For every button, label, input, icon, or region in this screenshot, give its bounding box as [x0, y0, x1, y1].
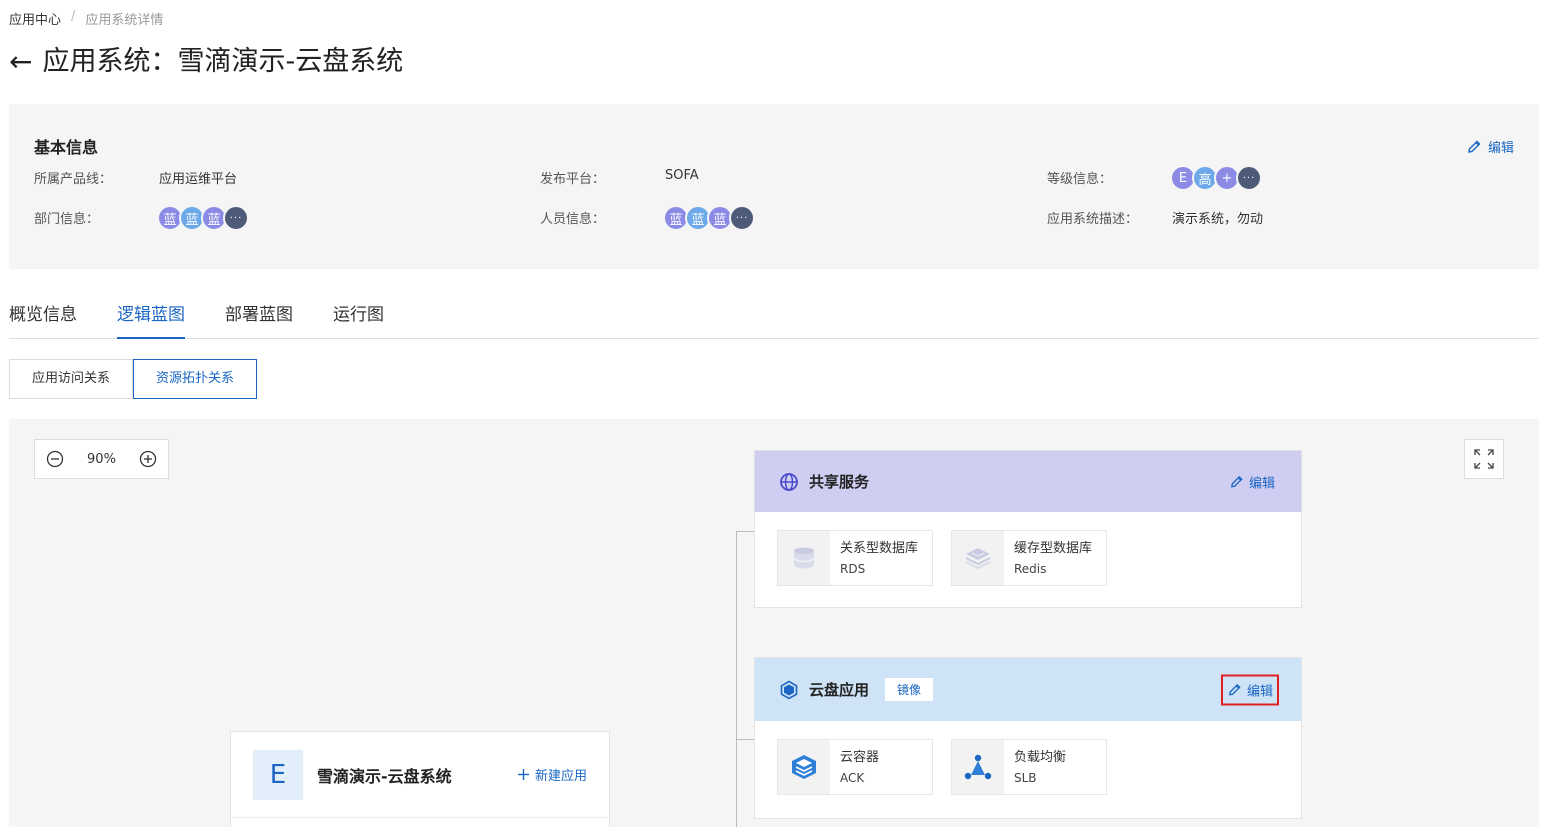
pencil-icon — [1468, 140, 1481, 153]
title-row: ← 应用系统：雪滴演示-云盘系统 — [9, 44, 403, 80]
group-shared-services: 共享服务 编辑 关系型数据库 RDS 缓存型数据库 Redis — [754, 450, 1302, 608]
image-badge: 镜像 — [885, 678, 934, 701]
topology-connector-branch — [736, 531, 754, 532]
personnel-avatars: 蓝 蓝 蓝 ··· — [663, 205, 755, 231]
description-label: 应用系统描述： — [1047, 212, 1139, 227]
resource-type: SLB — [1014, 771, 1037, 785]
cache-stack-icon — [952, 531, 1004, 585]
basic-info-heading: 基本信息 — [34, 138, 99, 157]
department-label: 部门信息： — [34, 212, 100, 227]
product-line-value: 应用运维平台 — [159, 172, 238, 187]
group-edit-label: 编辑 — [1248, 476, 1275, 491]
globe-icon — [780, 472, 798, 491]
resource-name: 云容器 — [840, 750, 880, 765]
breadcrumb-current: 应用系统详情 — [85, 13, 164, 28]
app-card-header: E 雪滴演示-云盘系统 新建应用 — [231, 732, 609, 818]
arrow-left-icon[interactable]: ← — [9, 44, 32, 80]
group-edit-button[interactable]: 编辑 — [1220, 674, 1279, 705]
fullscreen-icon[interactable] — [1464, 439, 1504, 479]
more-avatars-button[interactable]: ··· — [1236, 165, 1262, 191]
basic-info-edit-button[interactable]: 编辑 — [1466, 137, 1514, 156]
resource-name: 关系型数据库 — [840, 541, 919, 556]
department-avatars: 蓝 蓝 蓝 ··· — [157, 205, 249, 231]
new-app-button[interactable]: 新建应用 — [517, 765, 587, 784]
app-letter-avatar: E — [253, 749, 303, 800]
app-card: E 雪滴演示-云盘系统 新建应用 — [230, 731, 610, 827]
group-edit-label: 编辑 — [1246, 684, 1273, 699]
breadcrumb-root[interactable]: 应用中心 — [9, 9, 61, 28]
group-edit-button[interactable]: 编辑 — [1225, 468, 1279, 495]
product-line-label: 所属产品线： — [34, 172, 113, 187]
group-body: 关系型数据库 RDS 缓存型数据库 Redis — [755, 512, 1301, 604]
group-body: 云容器 ACK 负载均衡 SLB — [755, 721, 1301, 813]
main-tabs: 概览信息 逻辑蓝图 部署蓝图 运行图 — [9, 300, 1539, 339]
zoom-out-icon[interactable] — [46, 450, 64, 468]
topology-connector-line — [736, 531, 737, 827]
basic-info-edit-label: 编辑 — [1487, 141, 1514, 156]
breadcrumb: 应用中心 / 应用系统详情 — [9, 9, 163, 28]
resource-type: ACK — [840, 771, 865, 785]
group-title: 云盘应用 — [809, 681, 870, 699]
zoom-control: 90% — [34, 439, 169, 479]
more-avatars-button[interactable]: ··· — [729, 205, 755, 231]
pencil-icon — [1230, 475, 1243, 487]
zoom-in-icon[interactable] — [139, 450, 157, 468]
tab-logic-blueprint[interactable]: 逻辑蓝图 — [117, 300, 185, 339]
tab-deploy-blueprint[interactable]: 部署蓝图 — [225, 300, 293, 339]
level-info-label: 等级信息： — [1047, 172, 1113, 187]
resource-card-rds[interactable]: 关系型数据库 RDS — [777, 530, 933, 586]
group-title: 共享服务 — [809, 473, 870, 491]
breadcrumb-separator: / — [71, 9, 76, 24]
plus-icon — [517, 769, 529, 780]
resource-card-ack[interactable]: 云容器 ACK — [777, 739, 933, 795]
personnel-label: 人员信息： — [540, 212, 606, 227]
resource-name: 负载均衡 — [1014, 750, 1067, 765]
more-avatars-button[interactable]: ··· — [223, 205, 249, 231]
resource-card-redis[interactable]: 缓存型数据库 Redis — [951, 530, 1107, 586]
group-header: 共享服务 编辑 — [755, 451, 1301, 512]
resource-type: RDS — [840, 562, 866, 576]
tab-overview[interactable]: 概览信息 — [9, 300, 77, 339]
topology-canvas[interactable]: 90% 共享服务 编辑 关系型数据库 RDS 缓存型数据库 Redis 云盘应用… — [9, 419, 1539, 827]
container-icon — [778, 740, 830, 794]
zoom-level: 90% — [87, 451, 116, 467]
load-balancer-icon — [952, 740, 1004, 794]
new-app-label: 新建应用 — [534, 769, 587, 784]
subtabs: 应用访问关系 资源拓扑关系 — [9, 359, 258, 399]
group-cloud-disk-app: 云盘应用 镜像 编辑 云容器 ACK 负载均衡 SLB — [754, 657, 1302, 819]
resource-card-slb[interactable]: 负载均衡 SLB — [951, 739, 1107, 795]
basic-info-panel: 基本信息 编辑 所属产品线： 应用运维平台 发布平台： SOFA 等级信息： E… — [9, 104, 1539, 269]
pencil-icon — [1228, 683, 1241, 695]
publish-platform-value: SOFA — [665, 168, 699, 183]
subtab-resource-topology[interactable]: 资源拓扑关系 — [133, 359, 258, 399]
page-title: 应用系统：雪滴演示-云盘系统 — [42, 46, 404, 77]
tab-runtime[interactable]: 运行图 — [333, 300, 384, 339]
subtab-app-access[interactable]: 应用访问关系 — [9, 359, 134, 399]
publish-platform-label: 发布平台： — [540, 172, 606, 187]
topology-connector-branch — [736, 739, 754, 740]
resource-name: 缓存型数据库 — [1014, 541, 1093, 556]
hexagon-icon — [780, 680, 798, 699]
app-name: 雪滴演示-云盘系统 — [317, 766, 452, 786]
level-info-avatars: E 高 + ··· — [1170, 165, 1262, 191]
group-header: 云盘应用 镜像 编辑 — [755, 658, 1301, 721]
description-value: 演示系统，勿动 — [1172, 212, 1264, 227]
database-icon — [778, 531, 830, 585]
resource-type: Redis — [1014, 562, 1047, 576]
